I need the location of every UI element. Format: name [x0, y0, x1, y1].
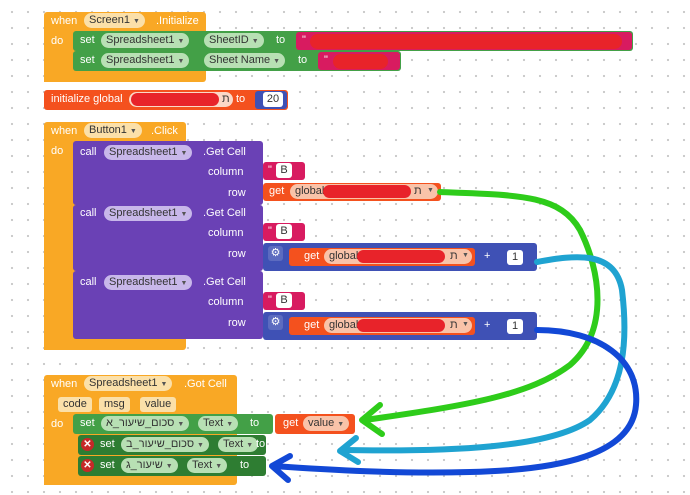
spreadsheet1-dropdown[interactable]: Spreadsheet1 ▼: [104, 206, 193, 221]
text-property-dropdown[interactable]: Text ▼: [187, 458, 228, 473]
quote-icon: ": [268, 294, 272, 306]
value-variable-dropdown[interactable]: value ▼: [303, 416, 350, 431]
spreadsheet1-dropdown[interactable]: Spreadsheet1 ▼: [101, 33, 190, 48]
param-code[interactable]: code: [58, 397, 92, 412]
blue-arrowhead: [269, 453, 293, 483]
when-label: when: [51, 15, 78, 27]
row-label: row: [228, 187, 246, 199]
green-arrow: [362, 189, 601, 423]
cyan-arrow: [340, 254, 628, 454]
initialize-event-label: .Initialize: [156, 15, 199, 27]
row-label: row: [228, 248, 246, 260]
quote-icon: ": [268, 164, 272, 176]
gear-icon[interactable]: ⚙: [268, 246, 283, 261]
quote-icon: ": [302, 34, 306, 46]
call-label: call: [80, 207, 97, 219]
quote-icon: ": [268, 225, 272, 237]
quote-icon: ": [324, 54, 328, 66]
global-name-redaction: [323, 185, 411, 198]
chevron-down-icon: ▼: [427, 187, 434, 194]
when-label: when: [51, 125, 78, 137]
sheetid-redaction: [310, 34, 622, 49]
global-name-trail: ת: [222, 93, 230, 105]
do-label: do: [51, 418, 64, 430]
to-label: to: [240, 459, 250, 471]
error-icon[interactable]: ✕: [81, 438, 94, 451]
to-label: to: [276, 34, 286, 46]
set-label: set: [80, 54, 95, 66]
do-label: do: [51, 35, 64, 47]
number-value[interactable]: 1: [507, 250, 523, 265]
sheetname-redaction: [333, 54, 388, 69]
label-component-dropdown[interactable]: שיעור_ג ▼: [121, 458, 178, 473]
column-label: column: [208, 227, 244, 239]
get-label: get: [269, 185, 285, 197]
column-value[interactable]: B: [276, 224, 292, 239]
to-label: to: [256, 438, 266, 450]
param-msg[interactable]: msg: [99, 397, 130, 412]
column-label: column: [208, 296, 244, 308]
spreadsheet1-dropdown[interactable]: Spreadsheet1 ▼: [104, 145, 193, 160]
got-cell-event-label: .Got Cell: [184, 378, 227, 390]
get-cell-method-label: .Get Cell: [203, 276, 246, 288]
label-component-dropdown[interactable]: סכום_שיעור_ב ▼: [121, 437, 209, 452]
get-label: get: [304, 250, 320, 262]
number-value[interactable]: 20: [263, 92, 283, 107]
chevron-down-icon: ▼: [462, 321, 469, 328]
column-value[interactable]: B: [276, 293, 292, 308]
text-property-dropdown[interactable]: Text ▼: [198, 416, 239, 431]
set-label: set: [100, 459, 115, 471]
to-label: to: [250, 417, 260, 429]
global-name-trail: ת: [414, 185, 422, 197]
button1-dropdown[interactable]: Button1 ▼: [84, 123, 142, 138]
sheet-name-property-dropdown[interactable]: Sheet Name ▼: [204, 53, 286, 68]
initialize-global-label: initialize global: [51, 93, 123, 105]
param-value[interactable]: value: [140, 397, 177, 412]
column-label: column: [208, 166, 244, 178]
column-value[interactable]: B: [276, 163, 292, 178]
row-label: row: [228, 317, 246, 329]
call-label: call: [80, 146, 97, 158]
button1-click-do-arm: [44, 138, 72, 350]
get-label: get: [283, 417, 299, 429]
label-component-dropdown[interactable]: סכום_שיעור_א ▼: [101, 416, 190, 431]
global-name-redaction: [357, 250, 445, 263]
screen1-dropdown[interactable]: Screen1 ▼: [84, 13, 145, 28]
text-property-dropdown[interactable]: Text ▼: [218, 437, 259, 452]
when-label: when: [51, 378, 78, 390]
click-event-label: .Click: [151, 125, 178, 137]
global-name-redaction: [131, 93, 219, 106]
get-cell-method-label: .Get Cell: [203, 146, 246, 158]
do-label: do: [51, 145, 64, 157]
call-label: call: [80, 276, 97, 288]
cyan-arrowhead: [337, 435, 361, 465]
chevron-down-icon: ▼: [462, 252, 469, 259]
get-label: get: [304, 319, 320, 331]
spreadsheet1-dropdown[interactable]: Spreadsheet1 ▼: [84, 376, 173, 391]
set-label: set: [80, 34, 95, 46]
spreadsheet1-dropdown[interactable]: Spreadsheet1 ▼: [101, 53, 190, 68]
sheetid-property-dropdown[interactable]: SheetID ▼: [204, 33, 264, 48]
green-arrowhead: [359, 402, 385, 437]
set-label: set: [100, 438, 115, 450]
to-label: to: [298, 54, 308, 66]
gear-icon[interactable]: ⚙: [268, 315, 283, 330]
plus-operator: +: [484, 319, 491, 331]
global-name-redaction: [357, 319, 445, 332]
global-name-trail: ת: [450, 319, 458, 331]
blue-arrow: [270, 327, 640, 476]
plus-operator: +: [484, 250, 491, 262]
error-icon[interactable]: ✕: [81, 459, 94, 472]
set-label: set: [80, 417, 95, 429]
get-cell-method-label: .Get Cell: [203, 207, 246, 219]
spreadsheet1-dropdown[interactable]: Spreadsheet1 ▼: [104, 275, 193, 290]
to-label: to: [236, 93, 246, 105]
global-name-trail: ת: [450, 250, 458, 262]
number-value[interactable]: 1: [507, 319, 523, 334]
